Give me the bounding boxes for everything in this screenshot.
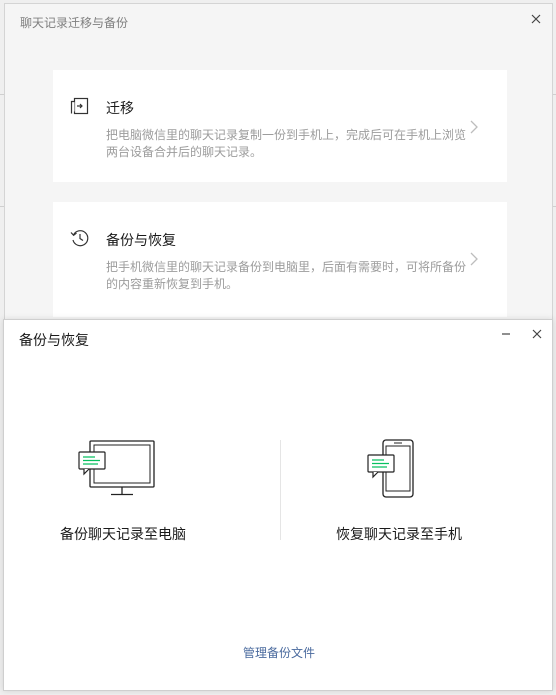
card-description: 把电脑微信里的聊天记录复制一份到手机上，完成后可在手机上浏览两台设备合并后的聊天… [106, 128, 467, 159]
migrate-card[interactable]: 迁移 把电脑微信里的聊天记录复制一份到手机上，完成后可在手机上浏览两台设备合并后… [53, 70, 507, 182]
minimize-button[interactable] [498, 326, 514, 342]
close-icon [532, 329, 542, 339]
backup-restore-dialog: 备份与恢复 备份聊天记录至电脑 恢复聊天记录至手机 管理备份文件 [3, 319, 553, 691]
option-label: 恢复聊天记录至手机 [336, 527, 462, 543]
computer-chat-icon [78, 440, 155, 496]
card-title: 迁移 [106, 101, 134, 117]
backup-to-pc-option[interactable]: 备份聊天记录至电脑 [44, 438, 244, 548]
chevron-right-icon [470, 252, 478, 266]
migrate-icon [70, 97, 89, 115]
history-icon [70, 230, 89, 247]
phone-chat-icon [367, 439, 414, 498]
minimize-icon [502, 333, 510, 335]
close-button[interactable] [528, 11, 544, 27]
chevron-right-icon [470, 120, 478, 134]
card-description: 把手机微信里的聊天记录备份到电脑里，后面有需要时，可将所备份的内容重新恢复到手机… [106, 260, 467, 291]
restore-to-phone-option[interactable]: 恢复聊天记录至手机 [320, 438, 520, 548]
dialog-title: 备份与恢复 [19, 333, 89, 349]
dialog-title: 聊天记录迁移与备份 [20, 16, 129, 30]
manage-backup-files-link[interactable]: 管理备份文件 [4, 644, 554, 661]
option-label: 备份聊天记录至电脑 [60, 527, 186, 543]
close-icon [531, 14, 541, 24]
card-title: 备份与恢复 [106, 233, 176, 249]
migrate-backup-dialog: 聊天记录迁移与备份 迁移 把电脑微信里的聊天记录复制一份到手机上，完成后可在手机… [4, 3, 553, 323]
backup-restore-card[interactable]: 备份与恢复 把手机微信里的聊天记录备份到电脑里，后面有需要时，可将所备份的内容重… [53, 202, 507, 317]
close-button[interactable] [529, 326, 545, 342]
option-divider [280, 440, 281, 540]
